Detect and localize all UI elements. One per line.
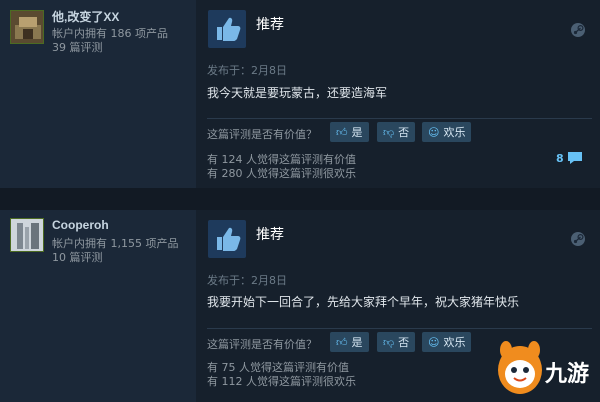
vote-yes-label: 是 (351, 126, 363, 139)
comment-count[interactable]: 8 (556, 151, 583, 165)
avatar[interactable] (10, 10, 44, 44)
review-separator (0, 188, 600, 210)
smile-icon: ☺ (428, 335, 440, 349)
steam-icon (570, 22, 586, 38)
username[interactable]: 他,改变了XX (52, 8, 119, 25)
products-owned[interactable]: 帐户内拥有 1,155 项产品 (52, 237, 178, 251)
vote-no-button[interactable]: 👎︎ 否 (377, 332, 416, 352)
vote-funny-label: 欢乐 (443, 126, 466, 139)
vote-no-label: 否 (398, 336, 410, 349)
review-text: 我要开始下一回合了，先给大家拜个早年，祝大家猪年快乐 (207, 295, 520, 309)
posted-date: 发布于：2月8日 (207, 64, 287, 77)
smile-icon: ☺ (428, 125, 440, 139)
steam-icon (570, 231, 586, 247)
vote-funny-button[interactable]: ☺ 欢乐 (422, 332, 472, 352)
thumbs-down-icon: 👎︎ (383, 125, 395, 139)
helpful-stat: 有 124 人觉得这篇评测有价值 (207, 153, 356, 166)
vote-yes-label: 是 (351, 336, 363, 349)
review-text: 我今天就是要玩蒙古，还要造海军 (207, 86, 388, 100)
funny-stat: 有 112 人觉得这篇评测很欢乐 (207, 375, 356, 388)
watermark-text: 九游 (545, 362, 590, 387)
vote-yes-button[interactable]: 👍︎ 是 (330, 332, 369, 352)
thumbs-up-icon (208, 10, 246, 48)
avatar[interactable] (10, 218, 44, 252)
vote-no-button[interactable]: 👎︎ 否 (377, 122, 416, 142)
posted-date: 发布于：2月8日 (207, 274, 287, 287)
vote-yes-button[interactable]: 👍︎ 是 (330, 122, 369, 142)
vote-funny-label: 欢乐 (443, 336, 466, 349)
helpful-stat: 有 75 人觉得这篇评测有价值 (207, 361, 349, 374)
divider (207, 118, 592, 119)
thumbs-down-icon: 👎︎ (383, 335, 395, 349)
funny-stat: 有 280 人觉得这篇评测很欢乐 (207, 167, 356, 180)
comment-icon (567, 152, 582, 164)
review-count[interactable]: 39 篇评测 (52, 41, 103, 55)
verdict-title[interactable]: 推荐 (256, 14, 284, 34)
thumbs-up-icon: 👍︎ (336, 125, 348, 139)
divider (207, 328, 592, 329)
vote-no-label: 否 (398, 126, 410, 139)
review-count[interactable]: 10 篇评测 (52, 251, 103, 265)
products-owned[interactable]: 帐户内拥有 186 项产品 (52, 27, 168, 41)
username[interactable]: Cooperoh (52, 218, 109, 232)
comment-count-value: 8 (556, 151, 564, 165)
verdict-title[interactable]: 推荐 (256, 224, 284, 244)
thumbs-up-icon (208, 220, 246, 258)
vote-funny-button[interactable]: ☺ 欢乐 (422, 122, 472, 142)
thumbs-up-icon: 👍︎ (336, 335, 348, 349)
helpful-question: 这篇评测是否有价值？ (207, 338, 317, 351)
helpful-question: 这篇评测是否有价值？ (207, 128, 317, 141)
